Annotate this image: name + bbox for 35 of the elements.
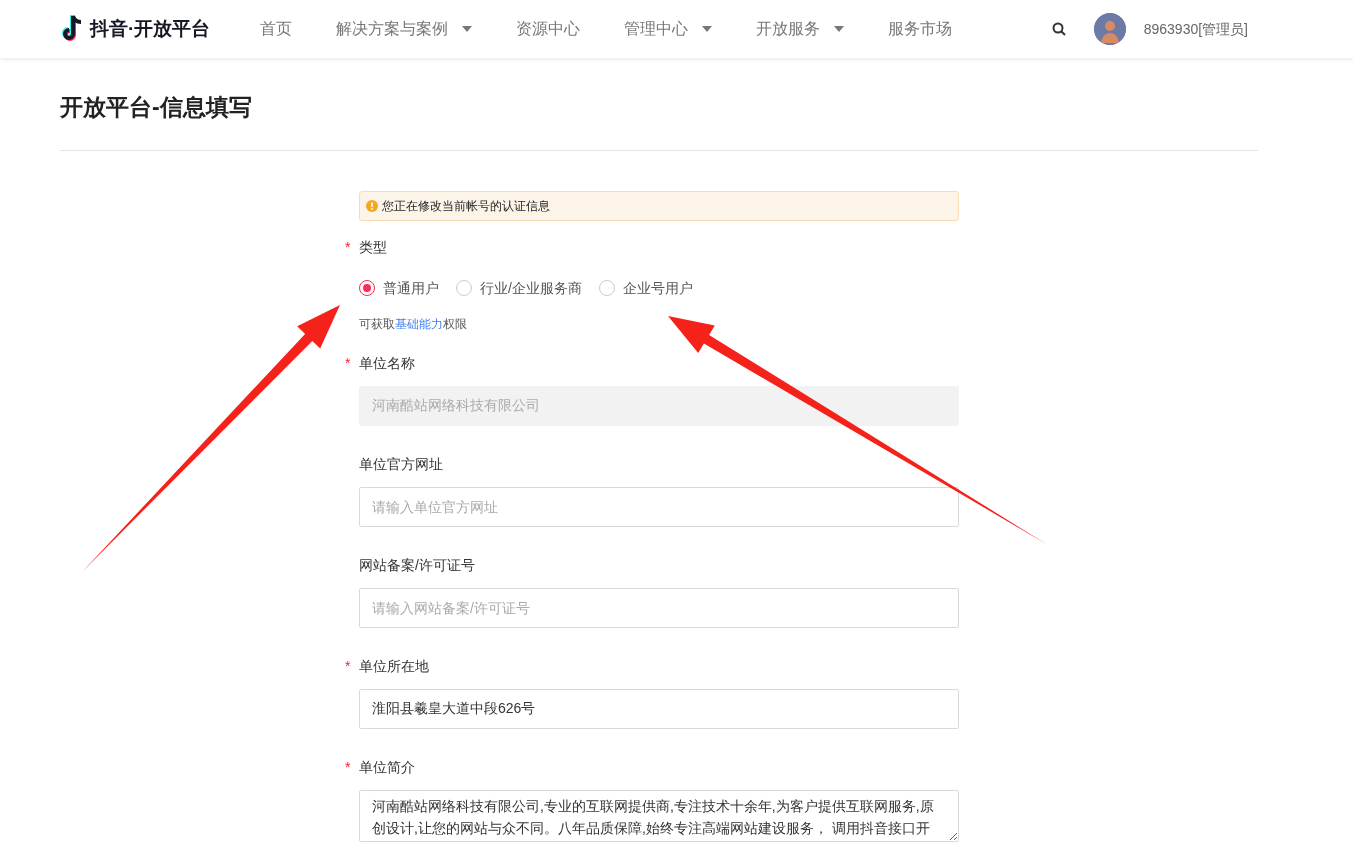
- field-label: 单位名称: [359, 353, 415, 373]
- caret-icon: [462, 26, 473, 32]
- radio-option[interactable]: 企业号用户: [598, 277, 693, 299]
- search-icon[interactable]: [1051, 22, 1066, 36]
- logo-text: 抖音·开放平台: [90, 16, 211, 41]
- field-label: 单位官方网址: [359, 454, 443, 474]
- input-field[interactable]: 请输入网站备案/许可证号: [359, 587, 959, 628]
- caret-icon: [702, 26, 713, 32]
- required-mark: *: [345, 237, 352, 257]
- required-mark: *: [345, 757, 352, 777]
- required-mark: *: [345, 656, 352, 676]
- nav-link[interactable]: 首页: [238, 17, 315, 41]
- radio-option[interactable]: 普通用户: [359, 277, 439, 299]
- caret-icon: [834, 26, 845, 32]
- hint-link[interactable]: 基础能力: [395, 316, 443, 331]
- nav-link[interactable]: 服务市场: [866, 17, 975, 41]
- input-field[interactable]: 请输入单位官方网址: [359, 486, 959, 527]
- field-label: 单位所在地: [359, 656, 429, 676]
- hint-text: 可获取基础能力权限: [359, 315, 468, 333]
- warning-icon: [366, 199, 378, 212]
- text-area[interactable]: 河南酷站网络科技有限公司,专业的互联网提供商,专注技术十余年,为客户提供互联网服务,原创设计,让您的网站与众不同。八年品质保障,始终专注高端网站建设服务， 调用抖音接口开: [359, 789, 959, 842]
- required-mark: *: [345, 353, 352, 373]
- avatar-icon[interactable]: [1093, 13, 1126, 45]
- input-field[interactable]: 淮阳县羲皇大道中段626号: [359, 688, 959, 729]
- nav-link[interactable]: 管理中心: [602, 17, 735, 41]
- radio-option[interactable]: 行业/企业服务商: [456, 277, 582, 299]
- field-label: 单位简介: [359, 757, 415, 777]
- nav-link[interactable]: 资源中心: [494, 17, 603, 41]
- nav-link[interactable]: 解决方案与案例: [314, 17, 495, 41]
- user-name[interactable]: 8963930[管理员]: [1143, 18, 1248, 40]
- nav-link[interactable]: 开放服务: [734, 17, 867, 41]
- field-label: 网站备案/许可证号: [359, 555, 475, 575]
- field-label: 类型: [359, 237, 387, 257]
- notice-text: 您正在修改当前帐号的认证信息: [382, 197, 550, 215]
- page-title: 开放平台-信息填写: [60, 94, 253, 122]
